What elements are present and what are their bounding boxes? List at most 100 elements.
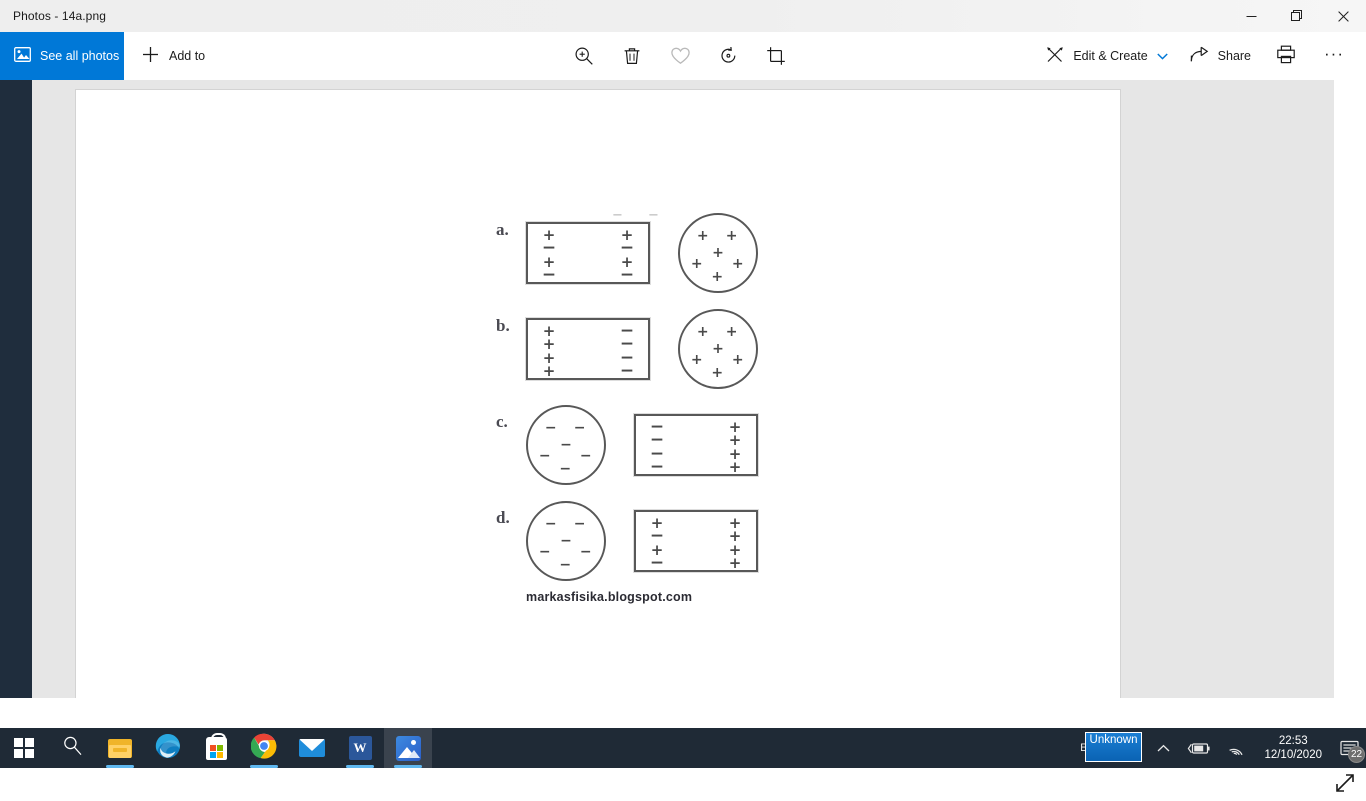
capacitor-plate-a: − − + − + − + − + − <box>526 208 659 285</box>
restore-button[interactable] <box>1274 0 1320 32</box>
windows-logo-icon <box>14 738 34 758</box>
charge-sign: − <box>541 264 557 285</box>
charge-sign: + <box>690 255 703 272</box>
option-row-b: b. + + + + − − − − + + + + + + <box>496 306 816 392</box>
show-hidden-icons-button[interactable] <box>1149 728 1178 768</box>
start-button[interactable] <box>0 728 48 768</box>
physics-figure: a. − − + − + − + − + − + + + + + + b. + … <box>496 208 816 604</box>
window-title: Photos - 14a.png <box>13 9 107 23</box>
image-viewer: a. − − + − + − + − + − + + + + + + b. + … <box>0 80 1366 792</box>
charge-sign: + <box>712 245 724 261</box>
charge-sign: + <box>728 431 742 450</box>
mail-button[interactable] <box>288 728 336 768</box>
edit-and-create-label: Edit & Create <box>1073 49 1148 63</box>
window-controls <box>1228 0 1366 32</box>
charge-sign: − <box>538 543 551 560</box>
image-page[interactable]: a. − − + − + − + − + − + + + + + + b. + … <box>75 89 1121 698</box>
option-label-c: c. <box>496 412 508 431</box>
see-all-photos-label: See all photos <box>40 49 120 63</box>
photos-icon <box>395 735 421 761</box>
clock[interactable]: 22:53 12/10/2020 <box>1254 728 1332 768</box>
see-all-photos-button[interactable]: See all photos <box>0 32 124 80</box>
capacitor-plate-b: + + + + − − − − <box>526 318 650 380</box>
right-tools: Edit & Create Share ··· <box>1035 32 1358 80</box>
center-tools <box>560 32 800 80</box>
command-bar: See all photos Add to Edit & Create Shar… <box>0 32 1366 81</box>
plate-d-left-column: + − + − <box>649 516 665 573</box>
right-gutter <box>1334 80 1366 698</box>
charge-sign: + <box>731 351 744 368</box>
plate-a-right-column: + − + − <box>619 228 635 284</box>
zoom-icon[interactable] <box>560 32 608 80</box>
charge-sign: − <box>559 461 572 478</box>
charge-sign: + <box>731 255 744 272</box>
charge-sign: + <box>728 527 742 546</box>
notification-center-button[interactable]: 22 <box>1332 728 1366 768</box>
plus-icon <box>142 46 159 66</box>
option-label-a: a. <box>496 220 509 239</box>
charge-sign: + <box>728 457 742 476</box>
chrome-icon <box>250 733 277 764</box>
chevron-down-icon <box>1156 49 1168 63</box>
share-button[interactable]: Share <box>1179 32 1262 80</box>
heart-icon[interactable] <box>656 32 704 80</box>
plate-c-right-column: + + + + <box>727 420 743 476</box>
crop-icon[interactable] <box>752 32 800 80</box>
resize-handle[interactable] <box>1332 770 1360 798</box>
option-row-a: a. − − + − + − + − + − + + + + + + <box>496 208 816 296</box>
clock-time: 22:53 <box>1278 735 1308 747</box>
delete-icon[interactable] <box>608 32 656 80</box>
sphere-d: − − − − − − <box>526 501 606 581</box>
more-options-button[interactable]: ··· <box>1310 32 1358 80</box>
share-label: Share <box>1217 49 1252 63</box>
option-d-shapes: − − − − − − + − + − + + + + <box>526 501 758 581</box>
charge-sign: + <box>711 269 724 286</box>
chrome-button[interactable] <box>240 728 288 768</box>
charge-sign: + <box>725 227 738 244</box>
charge-sign: + <box>712 341 724 357</box>
charge-sign: − <box>544 515 557 532</box>
share-icon <box>1190 46 1209 66</box>
wifi-icon[interactable] <box>1218 728 1254 768</box>
charge-sign: − <box>649 526 665 547</box>
edit-and-create-button[interactable]: Edit & Create <box>1035 32 1178 80</box>
close-button[interactable] <box>1320 0 1366 32</box>
charge-sign: − <box>544 419 557 436</box>
option-row-c: c. − − − − − − − − − − + + + + <box>496 402 816 488</box>
plate-a-left-column: + − + − <box>541 228 557 285</box>
photo-collection-icon <box>14 47 31 65</box>
folder-icon <box>108 738 132 758</box>
charge-sign: + <box>542 361 556 380</box>
edge-button[interactable] <box>144 728 192 768</box>
option-b-shapes: + + + + − − − − + + + + + + <box>526 309 758 389</box>
photos-app-window: Photos - 14a.png See all photos Add to E… <box>0 0 1366 792</box>
search-icon <box>62 735 83 761</box>
rotate-icon[interactable] <box>704 32 752 80</box>
print-button[interactable] <box>1262 32 1310 80</box>
option-label-b: b. <box>496 316 510 335</box>
store-button[interactable] <box>192 728 240 768</box>
charge-sign: − <box>649 552 665 573</box>
minimize-button[interactable] <box>1228 0 1274 32</box>
photos-button[interactable] <box>384 728 432 768</box>
add-to-button[interactable]: Add to <box>132 32 215 80</box>
watermark-text: markasfisika.blogspot.com <box>526 590 693 604</box>
plate-b-left-column: + + + + <box>541 324 557 380</box>
charge-sign: + <box>711 365 724 382</box>
option-label-d: d. <box>496 508 510 527</box>
edge-icon <box>155 733 181 764</box>
charge-sign: + <box>542 335 556 354</box>
power-plug-icon[interactable] <box>1178 728 1218 768</box>
option-c-shapes: − − − − − − − − − − + + + + <box>526 405 758 485</box>
title-bar: Photos - 14a.png <box>0 0 1366 32</box>
search-button[interactable] <box>48 728 96 768</box>
charge-sign: − <box>573 419 586 436</box>
file-explorer-button[interactable] <box>96 728 144 768</box>
charge-sign: − <box>573 515 586 532</box>
mail-icon <box>299 739 325 757</box>
stray-mark-2: − <box>648 208 659 223</box>
word-button[interactable]: W <box>336 728 384 768</box>
charge-sign: − <box>579 543 592 560</box>
charge-sign: + <box>728 553 742 572</box>
charge-sign: − <box>541 238 557 259</box>
